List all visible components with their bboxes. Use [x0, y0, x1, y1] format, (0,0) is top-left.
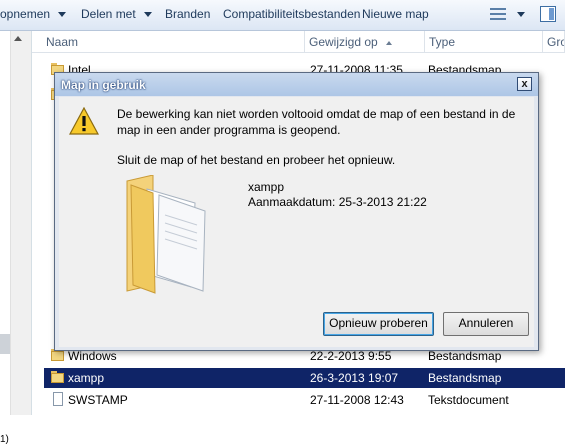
toolbar-new-folder-button[interactable]: Nieuwe map	[362, 7, 429, 21]
folder-icon	[51, 371, 64, 383]
column-header-modified[interactable]: Gewijzigd op	[305, 31, 425, 53]
instruction-text: Sluit de map of het bestand en probeer h…	[117, 153, 396, 167]
file-type: Bestandsmap	[428, 371, 502, 385]
view-options-icon[interactable]	[490, 8, 506, 22]
column-name-label: Naam	[46, 35, 79, 49]
file-modified: 26-3-2013 19:07	[310, 371, 399, 385]
large-folder-icon	[126, 175, 206, 294]
file-row-selected[interactable]: xampp 26-3-2013 19:07 Bestandsmap	[44, 368, 565, 388]
document-icon	[53, 392, 63, 406]
column-header-name[interactable]: Naam	[32, 31, 305, 53]
retry-button-label: Opnieuw proberen	[329, 316, 428, 330]
file-type: Tekstdocument	[428, 393, 509, 407]
toolbar-compat-label: Compatibiliteitsbestanden	[223, 7, 361, 21]
file-type: Bestandsmap	[428, 349, 502, 363]
file-row[interactable]: SWSTAMP 27-11-2008 12:43 Tekstdocument	[44, 390, 565, 410]
dialog-body: De bewerking kan niet worden voltooid om…	[59, 97, 534, 347]
toolbar-share-label: Delen met	[81, 7, 136, 21]
toolbar-compat-button[interactable]: Compatibiliteitsbestanden	[223, 7, 360, 21]
retry-button[interactable]: Opnieuw proberen	[323, 312, 434, 336]
command-bar: opnemen Delen met Branden Compatibilitei…	[0, 0, 565, 31]
toolbar-include-label: opnemen	[0, 7, 51, 21]
toolbar-burn-label: Branden	[165, 7, 211, 21]
file-name: Windows	[68, 349, 117, 363]
toolbar-include-button[interactable]: opnemen	[0, 7, 67, 21]
dialog-title: Map in gebruik	[61, 78, 146, 92]
item-name: xampp	[248, 180, 285, 194]
file-modified: 22-2-2013 9:55	[310, 349, 392, 363]
close-icon: x	[521, 78, 528, 90]
column-header-size[interactable]: Gro	[543, 31, 565, 53]
error-message-line2: map in een ander programma is geopend.	[117, 123, 341, 137]
error-message-line1: De bewerking kan niet worden voltooid om…	[117, 107, 516, 121]
chevron-down-icon	[143, 12, 152, 18]
dialog-titlebar[interactable]: Map in gebruik x	[55, 73, 538, 96]
column-type-label: Type	[429, 35, 456, 49]
chevron-down-icon	[58, 12, 67, 18]
scroll-up-arrow-icon[interactable]	[14, 36, 22, 41]
nav-partial-label: 1)	[0, 434, 9, 445]
file-in-use-dialog: Map in gebruik x De bewerking kan niet w…	[54, 72, 539, 351]
nav-selection	[0, 334, 10, 354]
column-header-type[interactable]: Type	[425, 31, 543, 53]
chevron-down-icon	[517, 12, 525, 18]
column-modified-label: Gewijzigd op	[309, 35, 378, 49]
view-dropdown-button[interactable]	[517, 7, 525, 21]
toolbar-new-folder-label: Nieuwe map	[362, 7, 429, 21]
toolbar-share-button[interactable]: Delen met	[81, 7, 152, 21]
item-created-date: Aanmaakdatum: 25-3-2013 21:22	[248, 195, 427, 209]
warning-icon	[69, 107, 99, 135]
close-button[interactable]: x	[517, 77, 532, 91]
preview-pane-icon[interactable]	[540, 6, 556, 22]
file-modified: 27-11-2008 12:43	[310, 393, 404, 407]
nav-scrollbar[interactable]	[10, 31, 31, 415]
column-size-label: Gro	[547, 35, 564, 49]
cancel-button[interactable]: Annuleren	[443, 312, 529, 336]
toolbar-burn-button[interactable]: Branden	[165, 7, 210, 21]
file-name: xampp	[68, 371, 105, 385]
sort-ascending-icon	[385, 40, 392, 45]
cancel-button-label: Annuleren	[458, 316, 514, 330]
file-name: SWSTAMP	[68, 393, 128, 407]
